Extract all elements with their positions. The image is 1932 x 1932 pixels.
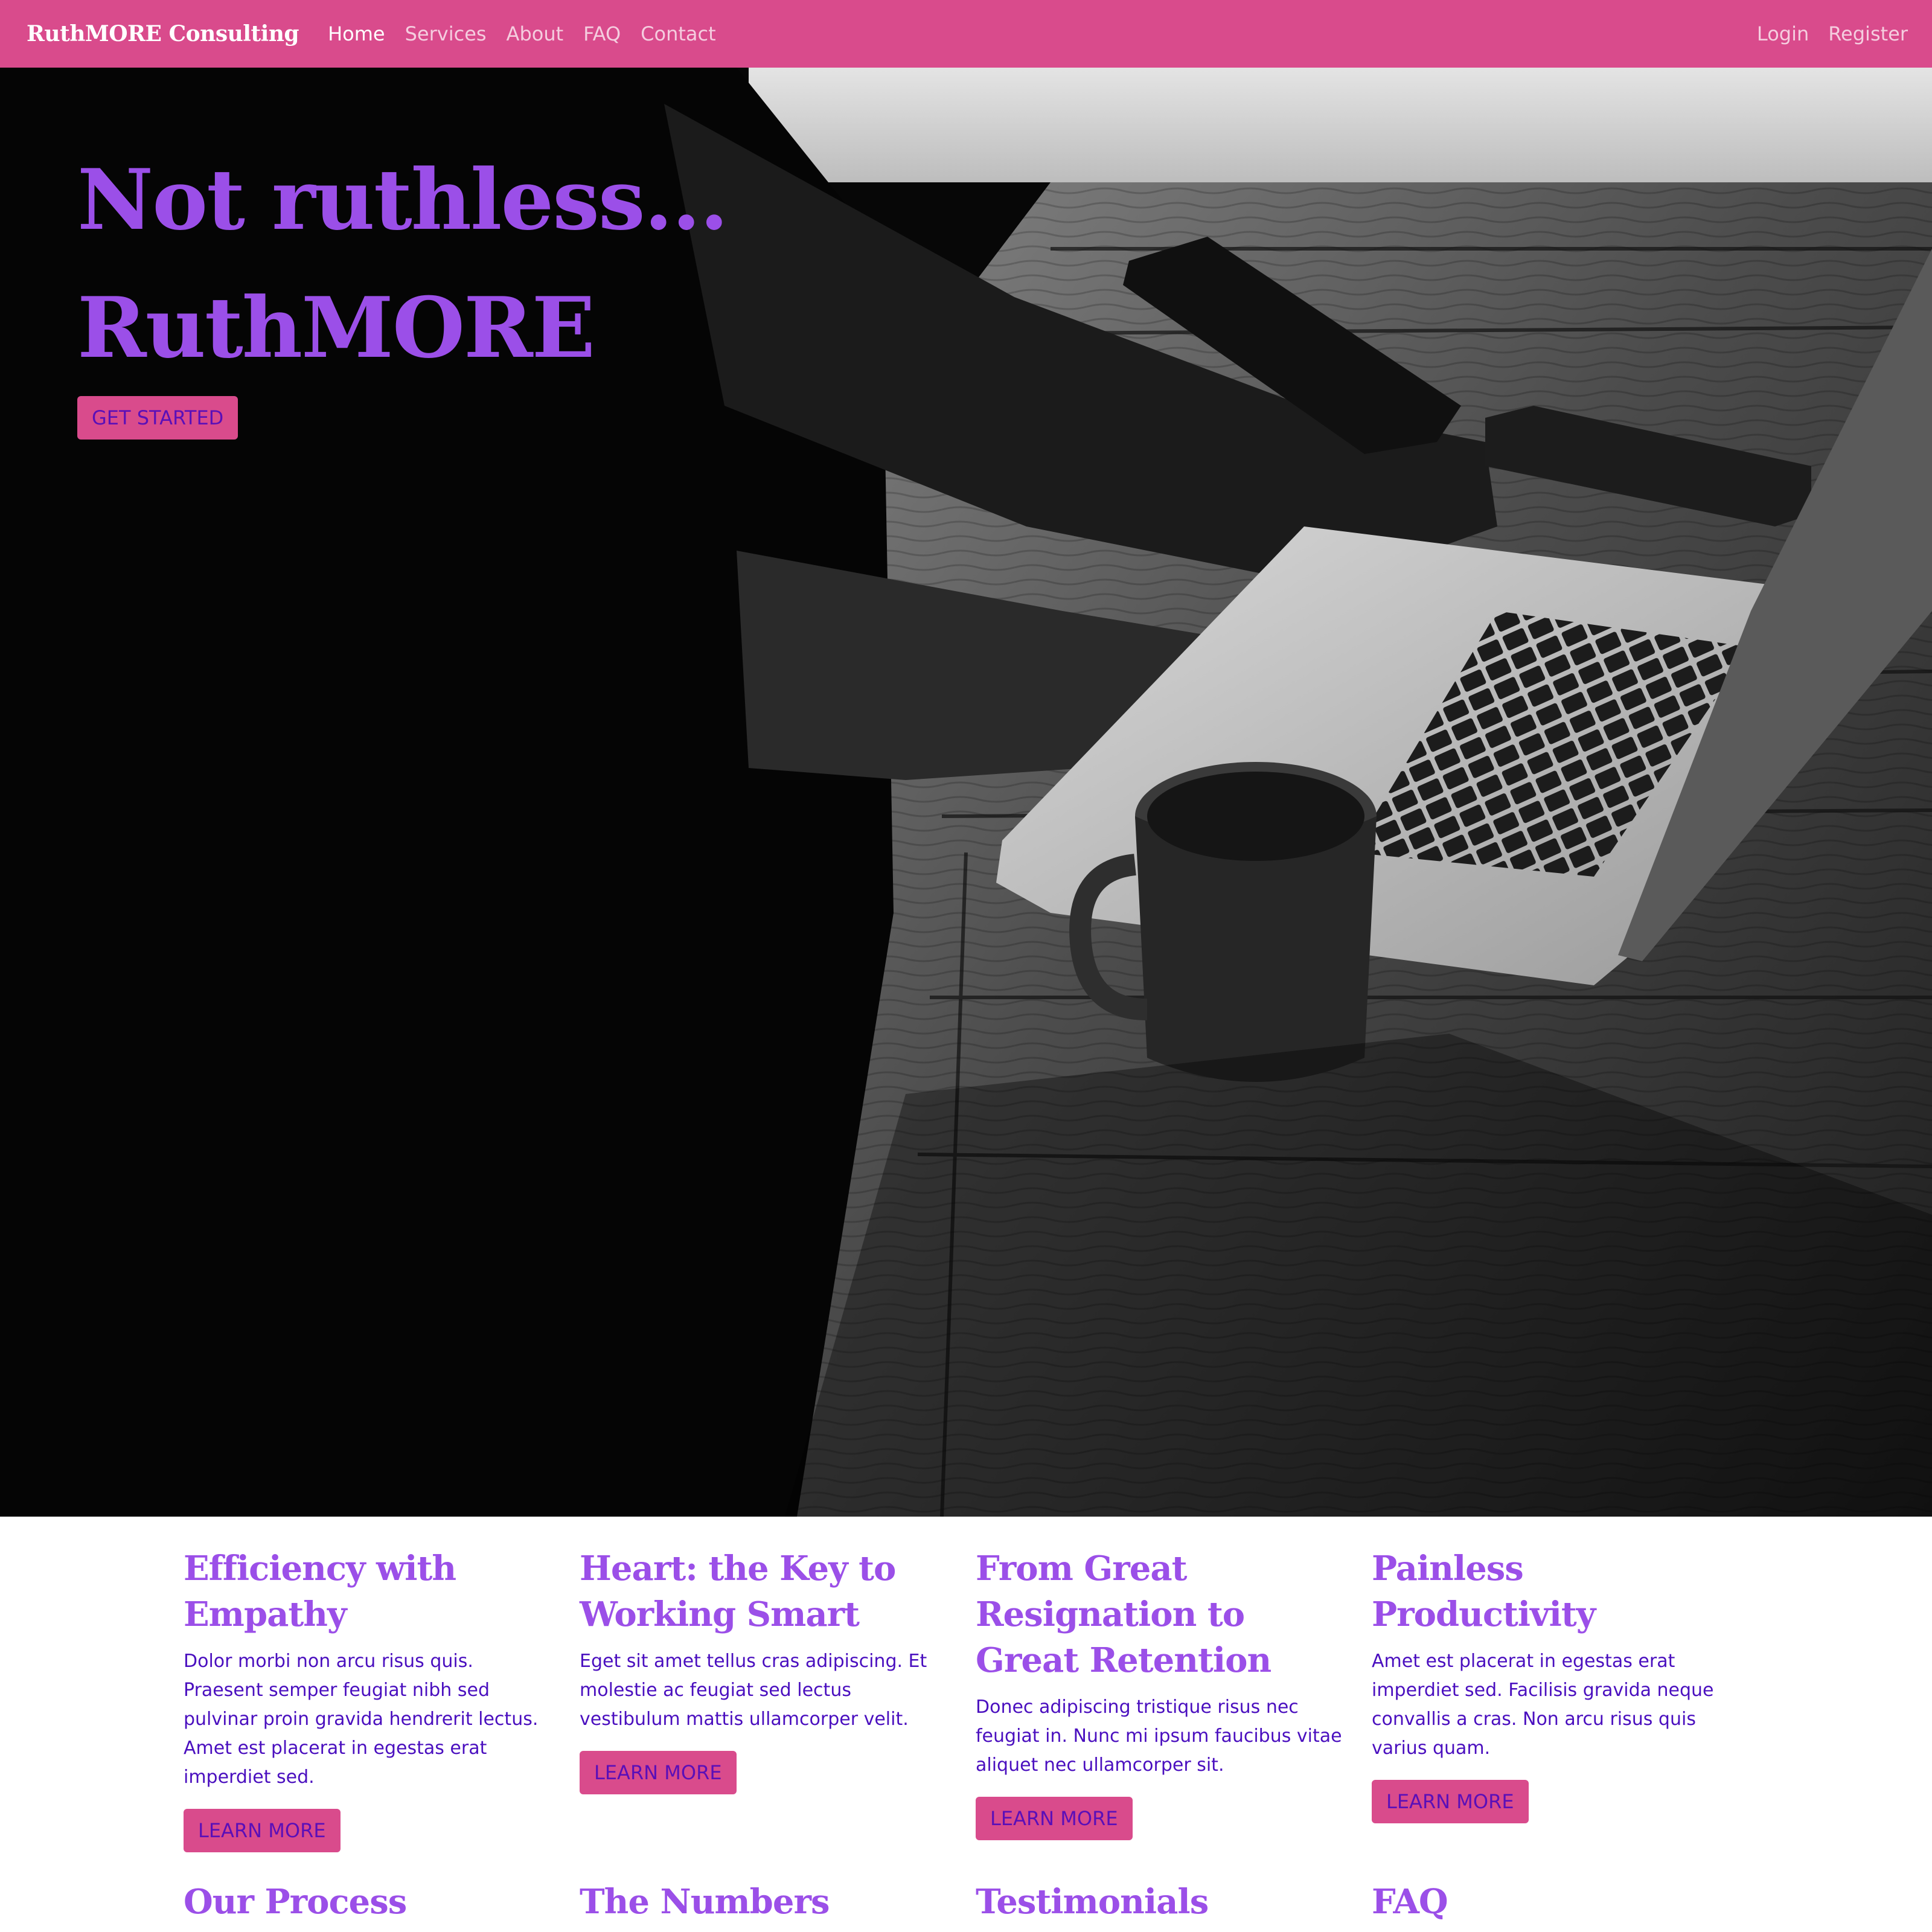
- get-started-button[interactable]: GET STARTED: [77, 396, 238, 440]
- feature-title: Painless Productivity: [1372, 1549, 1596, 1634]
- faq-heading: FAQ: [1372, 1882, 1448, 1922]
- hero-title-line-1: Not ruthless...: [77, 150, 729, 249]
- feature-card: Heart: the Key to Working Smart Eget sit…: [580, 1546, 954, 1794]
- hero-title-line-2: RuthMORE: [77, 278, 595, 377]
- top-navbar: RuthMORE Consulting Home Services About …: [0, 0, 1932, 68]
- feature-card: From Great Resignation to Great Retentio…: [976, 1546, 1350, 1840]
- learn-more-button[interactable]: LEARN MORE: [1372, 1780, 1529, 1823]
- our-process-heading: Our Process: [184, 1882, 407, 1922]
- feature-title: Heart: the Key to Working Smart: [580, 1549, 896, 1634]
- section-headings: Our Process The Numbers Testimonials FAQ: [0, 1879, 1932, 1932]
- nav-link-about[interactable]: About: [507, 22, 564, 45]
- feature-title: Efficiency with Empathy: [184, 1549, 456, 1634]
- register-link[interactable]: Register: [1828, 22, 1908, 45]
- nav-links: Home Services About FAQ Contact: [328, 22, 736, 45]
- nav-link-faq[interactable]: FAQ: [583, 22, 621, 45]
- nav-link-services[interactable]: Services: [405, 22, 487, 45]
- feature-text: Eget sit amet tellus cras adipiscing. Et…: [580, 1651, 927, 1730]
- login-link[interactable]: Login: [1757, 22, 1809, 45]
- auth-links: Login Register: [1738, 0, 1908, 68]
- learn-more-button[interactable]: LEARN MORE: [184, 1809, 341, 1852]
- the-numbers-heading: The Numbers: [580, 1882, 830, 1922]
- features-section: Efficiency with Empathy Dolor morbi non …: [0, 1517, 1932, 1855]
- feature-title: From Great Resignation to Great Retentio…: [976, 1549, 1271, 1680]
- feature-text: Dolor morbi non arcu risus quis. Praesen…: [184, 1651, 539, 1788]
- nav-link-contact[interactable]: Contact: [641, 22, 716, 45]
- feature-card: Painless Productivity Amet est placerat …: [1372, 1546, 1746, 1823]
- learn-more-button[interactable]: LEARN MORE: [580, 1751, 737, 1794]
- brand-logo[interactable]: RuthMORE Consulting: [27, 21, 299, 46]
- learn-more-button[interactable]: LEARN MORE: [976, 1797, 1133, 1840]
- nav-link-home[interactable]: Home: [328, 22, 385, 45]
- testimonials-heading: Testimonials: [976, 1882, 1209, 1922]
- hero-section: Not ruthless... RuthMORE GET STARTED: [0, 68, 1932, 1517]
- feature-text: Donec adipiscing tristique risus nec feu…: [976, 1697, 1342, 1776]
- feature-card: Efficiency with Empathy Dolor morbi non …: [184, 1546, 558, 1852]
- feature-text: Amet est placerat in egestas erat imperd…: [1372, 1651, 1714, 1759]
